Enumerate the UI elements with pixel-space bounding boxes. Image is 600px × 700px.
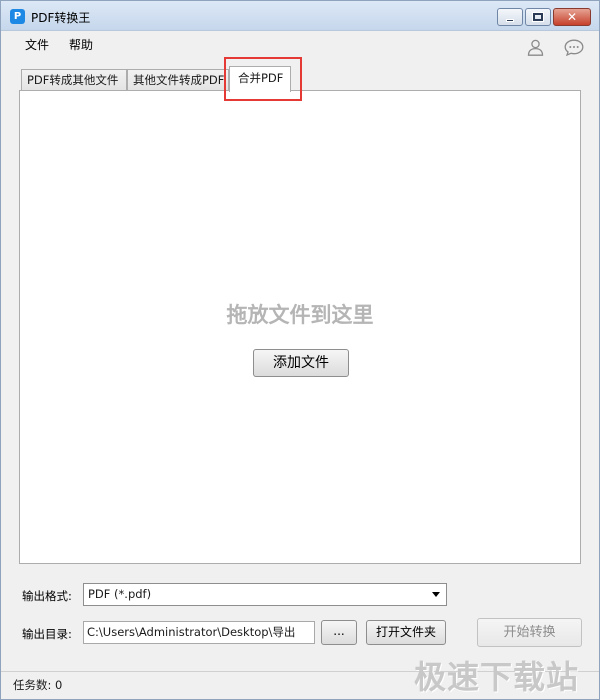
add-file-button[interactable]: 添加文件 [253, 349, 349, 377]
drop-hint-text: 拖放文件到这里 [226, 303, 374, 327]
open-folder-button[interactable]: 打开文件夹 [366, 620, 446, 645]
close-icon: ✕ [566, 10, 578, 24]
tab-pdf-to-other[interactable]: PDF转成其他文件 [21, 69, 127, 91]
output-format-label: 输出格式: [22, 589, 72, 603]
task-count: 任务数: 0 [13, 678, 63, 692]
menu-bar: 文件 帮助 [25, 36, 93, 53]
output-format-value: PDF (*.pdf) [88, 587, 152, 601]
browse-button[interactable]: ... [321, 620, 357, 645]
output-format-select[interactable]: PDF (*.pdf) [83, 583, 447, 606]
close-button[interactable]: ✕ [553, 8, 591, 26]
user-icon[interactable] [527, 39, 544, 56]
minimize-button[interactable] [497, 8, 523, 26]
output-dir-label: 输出目录: [22, 627, 72, 641]
dropdown-arrow-icon [432, 592, 440, 597]
tab-other-to-pdf[interactable]: 其他文件转成PDF [127, 69, 229, 91]
tab-merge-pdf[interactable]: 合并PDF [229, 66, 291, 92]
output-dir-input[interactable]: C:\Users\Administrator\Desktop\导出 [83, 621, 315, 644]
chat-bubble-icon[interactable] [564, 39, 584, 56]
start-convert-button[interactable]: 开始转换 [477, 618, 582, 647]
app-window: P PDF转换王 ✕ 文件 帮助 PDF转成其他文件 其他文件转成PDF 合并P… [0, 0, 600, 700]
menu-item-help[interactable]: 帮助 [69, 36, 93, 53]
menu-item-file[interactable]: 文件 [25, 36, 49, 53]
window-title: PDF转换王 [31, 11, 91, 25]
title-bar[interactable]: P PDF转换王 ✕ [1, 1, 599, 31]
watermark-text: 极速下载站 [413, 658, 579, 696]
window-controls: ✕ [497, 8, 591, 26]
maximize-button[interactable] [525, 8, 551, 26]
minimize-icon [506, 18, 514, 22]
drop-zone-panel[interactable]: 拖放文件到这里 添加文件 [19, 90, 581, 564]
app-logo-icon: P [10, 9, 25, 24]
maximize-icon [532, 12, 544, 22]
